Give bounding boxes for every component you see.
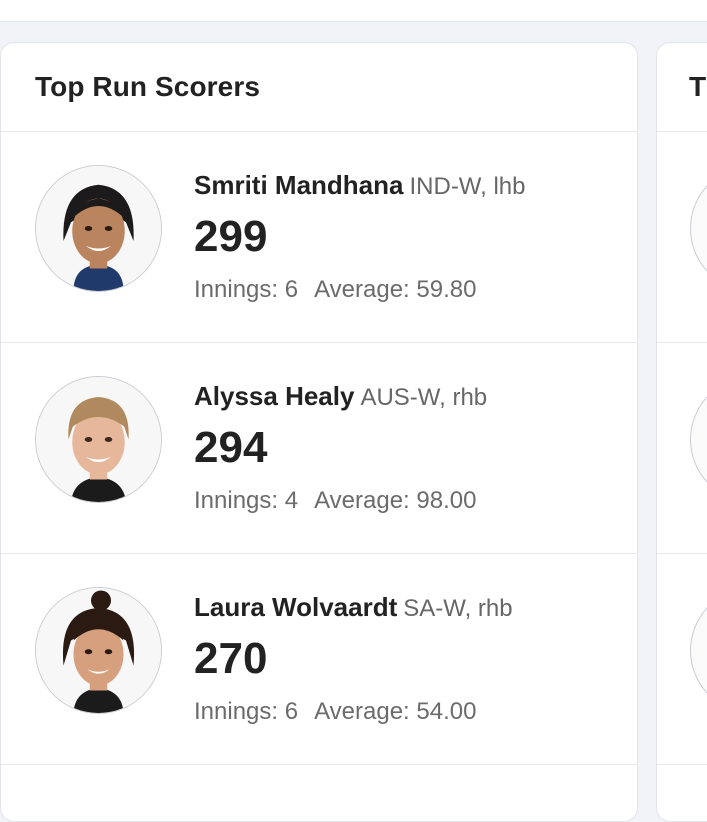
player-row[interactable]: Laura Wolvaardt SA-W, rhb 270 Innings: 6 A…: [1, 554, 637, 765]
player-team: SA-W, rhb: [403, 595, 513, 622]
player-avatar: [690, 587, 707, 714]
player-runs: 294: [194, 423, 268, 472]
player-runs: 299: [194, 212, 268, 261]
player-row[interactable]: Alyssa Healy AUS-W, rhb 294 Innings: 4 Ave…: [1, 343, 637, 554]
player-avatar: [35, 165, 162, 292]
player-average: Average: 98.00: [314, 487, 477, 514]
player-avatar: [35, 587, 162, 714]
player-team: IND-W, lhb: [409, 173, 526, 200]
next-card-title: T: [689, 71, 707, 102]
card-header: Top Run Scorers: [1, 43, 637, 132]
player-name[interactable]: Smriti Mandhana: [194, 170, 403, 200]
next-card-header: T: [657, 43, 707, 132]
player-runs: 270: [194, 634, 268, 683]
top-bar: [0, 0, 707, 22]
player-name[interactable]: Alyssa Healy: [194, 381, 354, 411]
player-row[interactable]: Smriti Mandhana IND-W, lhb 299 Innings: 6…: [1, 132, 637, 343]
next-card-row: [657, 554, 707, 765]
next-card[interactable]: T: [656, 42, 707, 822]
player-average: Average: 59.80: [314, 276, 477, 303]
player-team: AUS-W, rhb: [360, 384, 488, 411]
player-avatar: [35, 376, 162, 503]
next-card-row: [657, 132, 707, 343]
player-avatar: [690, 165, 707, 292]
player-innings: Innings: 4: [194, 487, 299, 514]
player-average: Average: 54.00: [314, 698, 477, 725]
player-avatar: [690, 376, 707, 503]
player-innings: Innings: 6: [194, 698, 299, 725]
card-title: Top Run Scorers: [35, 71, 261, 102]
top-run-scorers-card: Top Run Scorers Smriti Mandhana IND-W, lh…: [0, 42, 638, 822]
next-card-row: [657, 343, 707, 554]
player-innings: Innings: 6: [194, 276, 299, 303]
player-name[interactable]: Laura Wolvaardt: [194, 592, 397, 622]
